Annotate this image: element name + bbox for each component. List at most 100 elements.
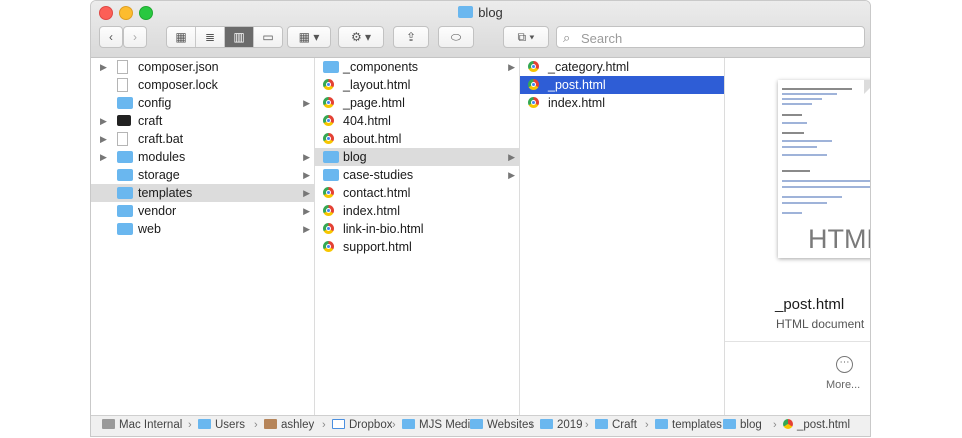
tag-icon: ⬭ xyxy=(450,29,462,44)
forward-button[interactable]: › xyxy=(123,26,147,48)
breadcrumb-separator-icon: › xyxy=(773,419,777,431)
window-title: blog xyxy=(91,5,870,20)
chrome-html-icon xyxy=(783,419,793,429)
folder-icon xyxy=(655,419,668,429)
more-icon[interactable]: ⋯ xyxy=(836,356,853,373)
list-item[interactable]: _layout.html xyxy=(315,76,519,94)
list-item[interactable]: index.html xyxy=(315,202,519,220)
dropbox-button[interactable]: ⧉ ▾ xyxy=(503,26,549,48)
list-item[interactable]: contact.html xyxy=(315,184,519,202)
item-name: index.html xyxy=(343,204,400,218)
home-icon xyxy=(264,419,277,429)
folder-icon xyxy=(323,169,339,181)
folder-icon xyxy=(402,419,415,429)
breadcrumb-item[interactable]: Dropbox xyxy=(332,419,392,431)
group-icon: ▦ ▾ xyxy=(298,30,320,44)
list-view-button[interactable]: ≣ xyxy=(196,27,225,47)
list-item[interactable]: about.html xyxy=(315,130,519,148)
breadcrumb-item[interactable]: Users xyxy=(198,419,245,431)
list-item[interactable]: config ▶ xyxy=(91,94,314,112)
chrome-html-icon xyxy=(323,241,334,252)
item-name: vendor xyxy=(138,204,177,218)
list-item[interactable]: ▶ craft xyxy=(91,112,314,130)
list-item[interactable]: _category.html xyxy=(520,58,724,76)
finder-window: blog ‹ › ▦ ≣ ▥ ▭ ▦ ▾ ⚙ ▾ ⇪ ⬭ ⧉ ▾ ⌕ ▶ comp… xyxy=(90,0,871,437)
breadcrumb-item[interactable]: Craft xyxy=(595,419,637,431)
disclosure-triangle-icon[interactable]: ▶ xyxy=(100,58,107,76)
list-item[interactable]: index.html xyxy=(520,94,724,112)
preview-pane: HTML _post.html HTML document ⋯ More... xyxy=(725,58,870,416)
list-item[interactable]: _page.html xyxy=(315,94,519,112)
folder-icon xyxy=(117,169,133,181)
list-item[interactable]: templates ▶ xyxy=(91,184,314,202)
gallery-view-button[interactable]: ▭ xyxy=(254,27,282,47)
item-name: composer.json xyxy=(138,60,219,74)
breadcrumb-item[interactable]: 2019 xyxy=(540,419,583,431)
chrome-html-icon xyxy=(323,133,334,144)
folder-icon xyxy=(117,205,133,217)
list-item[interactable]: 404.html xyxy=(315,112,519,130)
search-field[interactable]: ⌕ xyxy=(556,26,865,48)
list-item[interactable]: _components ▶ xyxy=(315,58,519,76)
breadcrumb-separator-icon: › xyxy=(645,419,649,431)
column-templates: _components ▶ _layout.html _page.html 404.ht… xyxy=(315,58,520,416)
disclosure-triangle-icon[interactable]: ▶ xyxy=(100,130,107,148)
breadcrumb-item[interactable]: ashley xyxy=(264,419,314,431)
preview-file-name: _post.html xyxy=(775,296,845,313)
breadcrumb-separator-icon: › xyxy=(530,419,534,431)
action-menu-button[interactable]: ⚙ ▾ xyxy=(338,26,384,48)
item-name: craft xyxy=(138,114,163,128)
html-label: HTML xyxy=(808,224,870,254)
list-item[interactable]: ▶ modules ▶ xyxy=(91,148,314,166)
breadcrumb-item[interactable]: Websites xyxy=(470,419,534,431)
expand-arrow-icon: ▶ xyxy=(303,188,310,198)
file-thumbnail: HTML xyxy=(778,80,870,258)
list-item[interactable]: _post.html xyxy=(520,76,724,94)
chevron-right-icon: › xyxy=(133,30,137,44)
expand-arrow-icon: ▶ xyxy=(303,224,310,234)
group-by-button[interactable]: ▦ ▾ xyxy=(287,26,331,48)
item-name: 404.html xyxy=(343,114,391,128)
document-icon xyxy=(117,132,128,146)
disclosure-triangle-icon[interactable]: ▶ xyxy=(100,112,107,130)
divider xyxy=(725,341,870,342)
list-item[interactable]: storage ▶ xyxy=(91,166,314,184)
breadcrumb-label: Websites xyxy=(487,419,535,431)
list-item[interactable]: ▶ craft.bat xyxy=(91,130,314,148)
list-item[interactable]: ▶ composer.json xyxy=(91,58,314,76)
breadcrumb-item[interactable]: _post.html xyxy=(783,419,850,431)
more-button-label[interactable]: More... xyxy=(826,379,860,391)
breadcrumb-item[interactable]: Mac Internal xyxy=(102,419,182,431)
list-item[interactable]: vendor ▶ xyxy=(91,202,314,220)
tag-button[interactable]: ⬭ xyxy=(438,26,474,48)
list-item[interactable]: case-studies ▶ xyxy=(315,166,519,184)
column-view-button[interactable]: ▥ xyxy=(225,27,254,47)
item-name: contact.html xyxy=(343,186,411,200)
list-item[interactable]: link-in-bio.html xyxy=(315,220,519,238)
breadcrumb-separator-icon: › xyxy=(254,419,258,431)
folder-icon xyxy=(595,419,608,429)
chrome-html-icon xyxy=(323,115,334,126)
folder-icon xyxy=(540,419,553,429)
folder-icon xyxy=(323,61,339,73)
item-name: composer.lock xyxy=(138,78,218,92)
list-item[interactable]: support.html xyxy=(315,238,519,256)
breadcrumb-item[interactable]: templates xyxy=(655,419,722,431)
item-name: about.html xyxy=(343,132,402,146)
list-item[interactable]: blog ▶ xyxy=(315,148,519,166)
expand-arrow-icon: ▶ xyxy=(303,152,310,162)
back-button[interactable]: ‹ xyxy=(99,26,123,48)
chrome-html-icon xyxy=(528,79,539,90)
chevron-left-icon: ‹ xyxy=(109,30,113,44)
chrome-html-icon xyxy=(528,97,539,108)
list-item[interactable]: web ▶ xyxy=(91,220,314,238)
list-item[interactable]: composer.lock xyxy=(91,76,314,94)
share-button[interactable]: ⇪ xyxy=(393,26,429,48)
folder-icon xyxy=(117,97,133,109)
search-icon: ⌕ xyxy=(563,30,571,45)
breadcrumb-item[interactable]: blog xyxy=(723,419,762,431)
icon-view-button[interactable]: ▦ xyxy=(167,27,196,47)
disclosure-triangle-icon[interactable]: ▶ xyxy=(100,148,107,166)
folder-icon xyxy=(117,223,133,235)
search-input[interactable] xyxy=(579,29,853,47)
